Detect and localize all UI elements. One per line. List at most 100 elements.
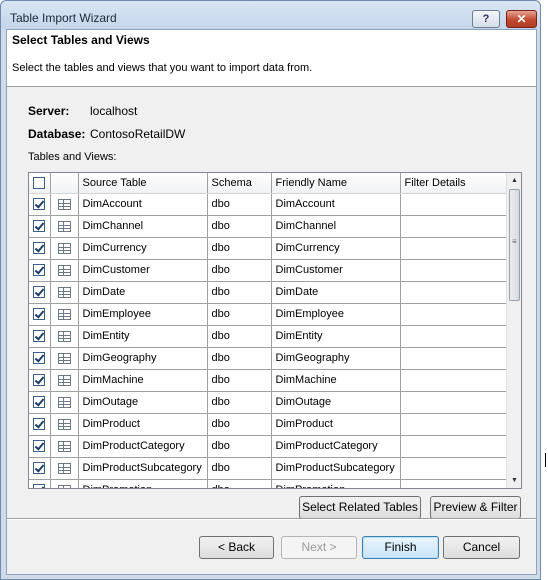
row-checkbox-cell[interactable] [29, 435, 51, 458]
vertical-scrollbar[interactable]: ▲ ≡ ▼ [506, 173, 521, 488]
table-row[interactable]: DimPromotiondboDimPromotion [29, 479, 507, 488]
row-checkbox[interactable] [33, 462, 46, 475]
filter-details-cell[interactable] [400, 303, 507, 326]
friendly-name-cell[interactable]: DimChannel [271, 215, 401, 238]
column-header-filter-details[interactable]: Filter Details [400, 173, 507, 194]
row-checkbox[interactable] [33, 264, 46, 277]
table-row[interactable]: DimProductCategory dbo DimProductCategory [29, 435, 507, 458]
database-label: Database: [28, 127, 86, 141]
row-checkbox-cell[interactable] [29, 391, 51, 414]
row-icon-cell [50, 325, 79, 348]
friendly-name-cell[interactable]: DimProductSubcategory [271, 457, 401, 480]
table-row[interactable]: DimEntity dbo DimEntity [29, 325, 507, 348]
filter-details-cell[interactable] [400, 281, 507, 304]
row-checkbox-cell[interactable] [29, 303, 51, 326]
friendly-name-cell[interactable]: DimCustomer [271, 259, 401, 282]
friendly-name-cell[interactable]: DimPromotion [271, 479, 401, 488]
friendly-name-cell[interactable]: DimCurrency [271, 237, 401, 260]
row-checkbox[interactable] [33, 374, 46, 387]
filter-details-cell[interactable] [400, 259, 507, 282]
column-header-friendly-name[interactable]: Friendly Name [271, 173, 401, 194]
source-table-cell: DimAccount [78, 193, 208, 216]
preview-filter-button[interactable]: Preview & Filter [430, 496, 521, 519]
row-checkbox[interactable] [33, 440, 46, 453]
row-checkbox-cell[interactable] [29, 193, 51, 216]
filter-details-cell[interactable] [400, 369, 507, 392]
filter-details-cell[interactable] [400, 347, 507, 370]
filter-details-cell[interactable] [400, 391, 507, 414]
row-checkbox[interactable] [33, 308, 46, 321]
filter-details-cell[interactable] [400, 479, 507, 488]
table-row[interactable]: DimMachine dbo DimMachine [29, 369, 507, 392]
row-checkbox[interactable] [33, 198, 46, 211]
select-all-checkbox[interactable] [33, 176, 46, 189]
row-checkbox[interactable] [33, 352, 46, 365]
scroll-thumb[interactable]: ≡ [509, 189, 520, 301]
table-row[interactable]: DimGeography dbo DimGeography [29, 347, 507, 370]
friendly-name-cell[interactable]: DimProductCategory [271, 435, 401, 458]
row-checkbox-cell[interactable] [29, 215, 51, 238]
table-row[interactable]: DimProduct dbo DimProduct [29, 413, 507, 436]
table-icon [57, 286, 71, 298]
table-row[interactable]: DimEmployee dbo DimEmployee [29, 303, 507, 326]
table-icon [57, 308, 71, 320]
row-checkbox-cell[interactable] [29, 325, 51, 348]
friendly-name-cell[interactable]: DimProduct [271, 413, 401, 436]
select-all-checkbox-cell[interactable] [29, 173, 51, 194]
select-related-tables-button[interactable]: Select Related Tables [299, 496, 421, 519]
column-header-schema[interactable]: Schema [207, 173, 272, 194]
filter-details-cell[interactable] [400, 193, 507, 216]
cancel-button[interactable]: Cancel [443, 536, 520, 559]
table-row[interactable]: DimCurrency dbo DimCurrency [29, 237, 507, 260]
column-header-source-table[interactable]: Source Table [78, 173, 208, 194]
filter-details-cell[interactable] [400, 325, 507, 348]
next-button[interactable]: Next > [281, 536, 357, 559]
table-row[interactable]: DimCustomer dbo DimCustomer [29, 259, 507, 282]
row-checkbox[interactable] [33, 286, 46, 299]
filter-details-cell[interactable] [400, 435, 507, 458]
scroll-down-arrow-icon[interactable]: ▼ [507, 473, 521, 488]
finish-button[interactable]: Finish [362, 536, 439, 559]
back-button[interactable]: < Back [199, 536, 274, 559]
row-checkbox[interactable] [33, 220, 46, 233]
wizard-content: Select Tables and Views Select the table… [6, 29, 537, 575]
row-checkbox-cell[interactable] [29, 369, 51, 392]
row-checkbox-cell[interactable] [29, 281, 51, 304]
title-bar[interactable]: Table Import Wizard ? ✕ [1, 1, 540, 29]
close-button[interactable]: ✕ [506, 10, 537, 28]
filter-details-cell[interactable] [400, 215, 507, 238]
tables-grid[interactable]: Source Table Schema Friendly Name Filter… [28, 172, 522, 489]
table-row[interactable]: DimAccount dbo DimAccount [29, 193, 507, 216]
table-row[interactable]: DimOutage dbo DimOutage [29, 391, 507, 414]
scroll-up-arrow-icon[interactable]: ▲ [507, 173, 521, 188]
row-checkbox-cell[interactable] [29, 413, 51, 436]
friendly-name-cell[interactable]: DimEntity [271, 325, 401, 348]
row-checkbox-cell[interactable] [29, 237, 51, 260]
table-row[interactable]: DimProductSubcategory dbo DimProductSubcat… [29, 457, 507, 480]
row-checkbox[interactable] [33, 330, 46, 343]
filter-details-cell[interactable] [400, 457, 507, 480]
row-icon-cell [50, 457, 79, 480]
row-checkbox-cell[interactable] [29, 259, 51, 282]
filter-details-cell[interactable] [400, 237, 507, 260]
row-checkbox[interactable] [33, 418, 46, 431]
friendly-name-cell[interactable]: DimEmployee [271, 303, 401, 326]
friendly-name-cell[interactable]: DimMachine [271, 369, 401, 392]
table-row[interactable]: DimChannel dbo DimChannel [29, 215, 507, 238]
friendly-name-cell[interactable]: DimAccount [271, 193, 401, 216]
friendly-name-cell[interactable]: DimGeography [271, 347, 401, 370]
table-icon [57, 352, 71, 364]
row-checkbox[interactable] [33, 484, 46, 488]
row-icon-cell [50, 479, 79, 488]
table-row[interactable]: DimDate dbo DimDate [29, 281, 507, 304]
row-checkbox[interactable] [33, 396, 46, 409]
filter-details-cell[interactable] [400, 413, 507, 436]
help-button[interactable]: ? [472, 10, 500, 28]
edge-mark [545, 453, 546, 467]
row-checkbox[interactable] [33, 242, 46, 255]
row-checkbox-cell[interactable] [29, 457, 51, 480]
row-checkbox-cell[interactable] [29, 347, 51, 370]
friendly-name-cell[interactable]: DimOutage [271, 391, 401, 414]
row-checkbox-cell[interactable] [29, 479, 51, 488]
friendly-name-cell[interactable]: DimDate [271, 281, 401, 304]
